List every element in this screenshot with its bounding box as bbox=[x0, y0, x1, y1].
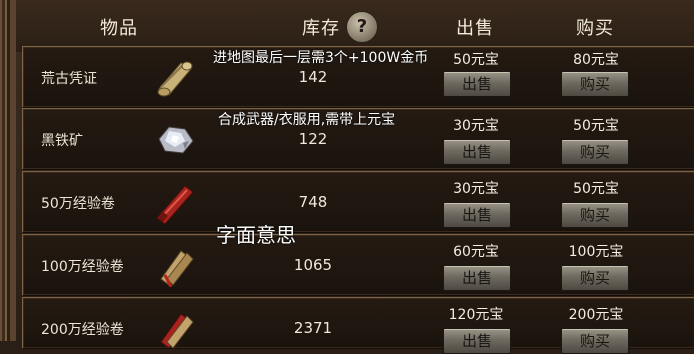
buy-price: 100元宝 bbox=[568, 244, 624, 260]
buy-price: 50元宝 bbox=[573, 118, 619, 134]
help-icon[interactable]: ? bbox=[346, 11, 378, 43]
buy-price: 200元宝 bbox=[568, 307, 624, 323]
item-stock: 142 bbox=[298, 68, 328, 86]
annotation-note: 进地图最后一层需3个+100W金币 bbox=[213, 50, 429, 66]
item-stock: 2371 bbox=[293, 319, 333, 337]
buy-button[interactable]: 购买 bbox=[561, 71, 629, 97]
sell-price: 30元宝 bbox=[453, 118, 499, 134]
item-stock: 122 bbox=[298, 130, 328, 148]
header-buy: 购买 bbox=[576, 18, 614, 39]
red-bundle-icon bbox=[160, 313, 194, 349]
sell-price: 60元宝 bbox=[453, 244, 499, 260]
table-row: 100万经验卷 1065 60元宝 出售 100元宝 购买 bbox=[22, 234, 694, 296]
item-name: 黑铁矿 bbox=[41, 133, 83, 149]
item-stock: 748 bbox=[298, 193, 328, 211]
header-item: 物品 bbox=[100, 18, 138, 39]
annotation-note: 合成武器/衣服用,需带上元宝 bbox=[218, 112, 396, 128]
shop-panel: 物品 库存 ? 出售 购买 荒古凭证 142 50元宝 出售 80元宝 购买 黑… bbox=[0, 0, 694, 354]
red-scroll-icon bbox=[156, 185, 194, 224]
buy-button[interactable]: 购买 bbox=[561, 328, 629, 354]
buy-price: 80元宝 bbox=[573, 52, 619, 68]
item-name: 50万经验卷 bbox=[41, 196, 115, 212]
sell-button[interactable]: 出售 bbox=[443, 71, 511, 97]
sell-button[interactable]: 出售 bbox=[443, 202, 511, 228]
buy-price: 50元宝 bbox=[573, 181, 619, 197]
annotation-note: 字面意思 bbox=[216, 223, 296, 247]
ore-icon bbox=[158, 126, 194, 154]
table-header: 物品 库存 ? 出售 购买 bbox=[16, 0, 694, 52]
buy-button[interactable]: 购买 bbox=[561, 202, 629, 228]
buy-button[interactable]: 购买 bbox=[561, 139, 629, 165]
scroll-icon bbox=[157, 61, 193, 97]
buy-button[interactable]: 购买 bbox=[561, 265, 629, 291]
header-sell: 出售 bbox=[456, 18, 494, 39]
item-name: 荒古凭证 bbox=[41, 71, 97, 87]
bundle-scroll-icon bbox=[160, 250, 194, 287]
table-row: 200万经验卷 2371 120元宝 出售 200元宝 购买 bbox=[22, 297, 694, 354]
sell-button[interactable]: 出售 bbox=[443, 139, 511, 165]
sell-price: 30元宝 bbox=[453, 181, 499, 197]
sell-price: 120元宝 bbox=[448, 307, 504, 323]
header-stock: 库存 bbox=[302, 18, 340, 39]
sell-button[interactable]: 出售 bbox=[443, 328, 511, 354]
item-stock: 1065 bbox=[293, 256, 333, 274]
item-name: 100万经验卷 bbox=[41, 259, 124, 275]
item-name: 200万经验卷 bbox=[41, 322, 124, 338]
sell-button[interactable]: 出售 bbox=[443, 265, 511, 291]
table-row: 50万经验卷 748 30元宝 出售 50元宝 购买 bbox=[22, 171, 694, 233]
panel-border bbox=[0, 0, 16, 341]
sell-price: 50元宝 bbox=[453, 52, 499, 68]
